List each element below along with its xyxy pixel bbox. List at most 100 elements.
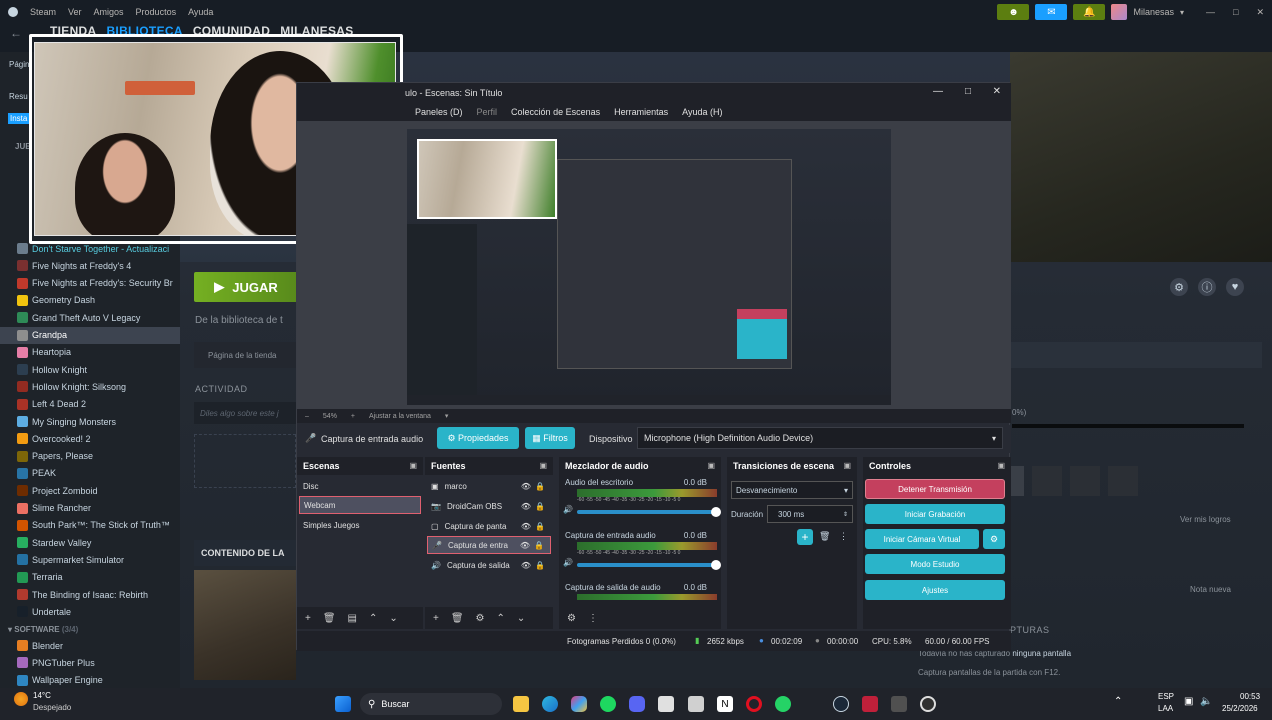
sidebar-game-item[interactable]: Supermarket Simulator [0, 551, 180, 568]
sidebar-recent-label[interactable]: Resu [9, 92, 28, 101]
close-icon[interactable]: ✕ [1256, 7, 1264, 18]
move-down-icon[interactable]: ⌄ [389, 613, 397, 624]
volume-speaker-icon[interactable]: 🔊 [563, 558, 573, 567]
sidebar-game-item[interactable]: Heartopia [0, 344, 180, 361]
eye-icon[interactable]: 👁 [521, 502, 531, 511]
lock-icon[interactable]: 🔒 [535, 561, 545, 570]
dock-undock-icon[interactable]: ▣ [409, 461, 417, 470]
sidebar-game-item[interactable]: Geometry Dash [0, 292, 180, 309]
lock-icon[interactable]: 🔒 [535, 482, 545, 491]
move-down-icon[interactable]: ⌄ [517, 613, 525, 624]
obs-menu-scene-collection[interactable]: Colección de Escenas [511, 107, 600, 117]
avatar[interactable] [1111, 4, 1128, 20]
section-software-header[interactable]: ▾ SOFTWARE (3/4) [8, 625, 78, 634]
weather-temp[interactable]: 14°C [33, 691, 51, 700]
properties-button[interactable]: ⚙ Propiedades [437, 427, 519, 449]
sidebar-game-item[interactable]: Hollow Knight [0, 361, 180, 378]
sidebar-game-item[interactable]: My Singing Monsters [0, 413, 180, 430]
studio-mode-button[interactable]: Modo Estudio [865, 554, 1005, 574]
obs-maximize-icon[interactable]: □ [965, 86, 971, 97]
slider-knob[interactable] [711, 560, 721, 570]
clock-time[interactable]: 00:53 [1240, 692, 1260, 701]
spinner-icon[interactable]: ⇕ [843, 511, 848, 518]
achievement-badge-icon[interactable] [1070, 466, 1100, 496]
dock-undock-icon[interactable]: ▣ [997, 461, 1005, 470]
whatsapp-icon[interactable] [775, 696, 791, 712]
taskbar-search[interactable]: ⚲ Buscar [360, 693, 502, 715]
menu-ver[interactable]: Ver [68, 7, 82, 17]
sidebar-game-item[interactable]: PEAK [0, 465, 180, 482]
sidebar-game-item[interactable]: Five Nights at Freddy's 4 [0, 257, 180, 274]
scene-filters-icon[interactable]: ▤ [348, 613, 357, 624]
activity-input[interactable]: Diles algo sobre este j [194, 402, 296, 424]
spotify-icon[interactable] [600, 696, 616, 712]
store-page-tab[interactable]: Página de la tienda [194, 342, 296, 368]
sidebar-installed-badge[interactable]: Insta [8, 113, 30, 124]
menu-ayuda[interactable]: Ayuda [188, 7, 213, 17]
add-scene-icon[interactable]: + [305, 613, 311, 624]
lang-secondary[interactable]: LAA [1158, 704, 1173, 713]
windows-start-icon[interactable] [335, 696, 351, 712]
eye-icon[interactable]: 👁 [521, 522, 531, 531]
obs-taskbar-icon[interactable] [920, 696, 936, 712]
file-explorer-icon[interactable] [513, 696, 529, 712]
sidebar-game-item[interactable]: Five Nights at Freddy's: Security Br [0, 275, 180, 292]
remove-source-icon[interactable]: 🗑 [451, 613, 464, 624]
lock-icon[interactable]: 🔒 [535, 522, 545, 531]
store-icon[interactable] [658, 696, 674, 712]
new-note-link[interactable]: Nota nueva [1190, 585, 1231, 594]
obs-close-icon[interactable]: ✕ [993, 86, 1001, 97]
fit-window-label[interactable]: Ajustar a la ventana [369, 413, 431, 420]
back-arrow-icon[interactable]: ← [10, 26, 22, 40]
discord-icon[interactable] [629, 696, 645, 712]
app-icon[interactable] [891, 696, 907, 712]
lang-primary[interactable]: ESP [1158, 692, 1174, 701]
eye-icon[interactable]: 👁 [521, 561, 531, 570]
gear-icon[interactable]: ⚙ [1170, 278, 1188, 296]
tray-chevron-icon[interactable]: ⌃ [1114, 696, 1122, 707]
advanced-audio-icon[interactable]: ⚙ [567, 613, 576, 624]
sidebar-home-label[interactable]: Págin [9, 60, 29, 69]
zoom-out-icon[interactable]: – [305, 413, 309, 420]
eye-icon[interactable]: 👁 [521, 482, 531, 491]
maximize-icon[interactable]: □ [1233, 7, 1238, 17]
announcements-icon[interactable]: ✉ [1035, 4, 1068, 20]
duration-spinbox[interactable]: 300 ms ⇕ [767, 505, 853, 523]
play-button[interactable]: ▶ JUGAR [194, 272, 298, 302]
friends-icon[interactable]: ☻ [997, 4, 1030, 20]
dock-undock-icon[interactable]: ▣ [707, 461, 715, 470]
weather-desc[interactable]: Despejado [33, 703, 71, 712]
network-icon[interactable]: ▣ [1184, 696, 1193, 707]
copilot-icon[interactable] [571, 696, 587, 712]
volume-icon[interactable]: 🔈 [1200, 696, 1212, 707]
sidebar-game-item[interactable]: Grand Theft Auto V Legacy [0, 309, 180, 326]
add-transition-button[interactable]: + [797, 529, 813, 545]
slider-knob[interactable] [711, 507, 721, 517]
notifications-icon[interactable]: 🔔 [1073, 4, 1106, 20]
move-up-icon[interactable]: ⌃ [497, 613, 505, 624]
remove-transition-icon[interactable]: 🗑 [819, 531, 830, 542]
lock-icon[interactable]: 🔒 [534, 541, 544, 550]
start-virtual-cam-button[interactable]: Iniciar Cámara Virtual [865, 529, 979, 549]
remove-scene-icon[interactable]: 🗑 [323, 613, 336, 624]
filters-button[interactable]: ▦ Filtros [525, 427, 575, 449]
eye-icon[interactable]: 👁 [520, 541, 530, 550]
sidebar-game-item[interactable]: Terraria [0, 569, 180, 586]
source-item[interactable]: 📷 DroidCam OBS 👁 🔒 [427, 497, 551, 515]
obs-menu-tools[interactable]: Herramientas [614, 107, 668, 117]
dock-undock-icon[interactable]: ▣ [539, 461, 547, 470]
source-item[interactable]: 🎤 Captura de entra 👁 🔒 [427, 536, 551, 554]
obs-minimize-icon[interactable]: — [933, 86, 943, 97]
dock-undock-icon[interactable]: ▣ [843, 461, 851, 470]
chevron-down-icon[interactable]: ▾ [1180, 8, 1184, 17]
menu-amigos[interactable]: Amigos [94, 7, 124, 17]
sidebar-game-item[interactable]: Undertale [0, 603, 180, 620]
transition-select[interactable]: Desvanecimiento ▾ [731, 481, 853, 499]
more-icon[interactable]: ⋮ [588, 613, 598, 624]
volume-slider[interactable] [577, 560, 721, 570]
heart-icon[interactable]: ♥ [1226, 278, 1244, 296]
sidebar-game-item[interactable]: Project Zomboid [0, 482, 180, 499]
achievement-badge-icon[interactable] [1032, 466, 1062, 496]
source-item[interactable]: ▣ marco 👁 🔒 [427, 477, 551, 495]
notion-icon[interactable]: N [717, 696, 733, 712]
